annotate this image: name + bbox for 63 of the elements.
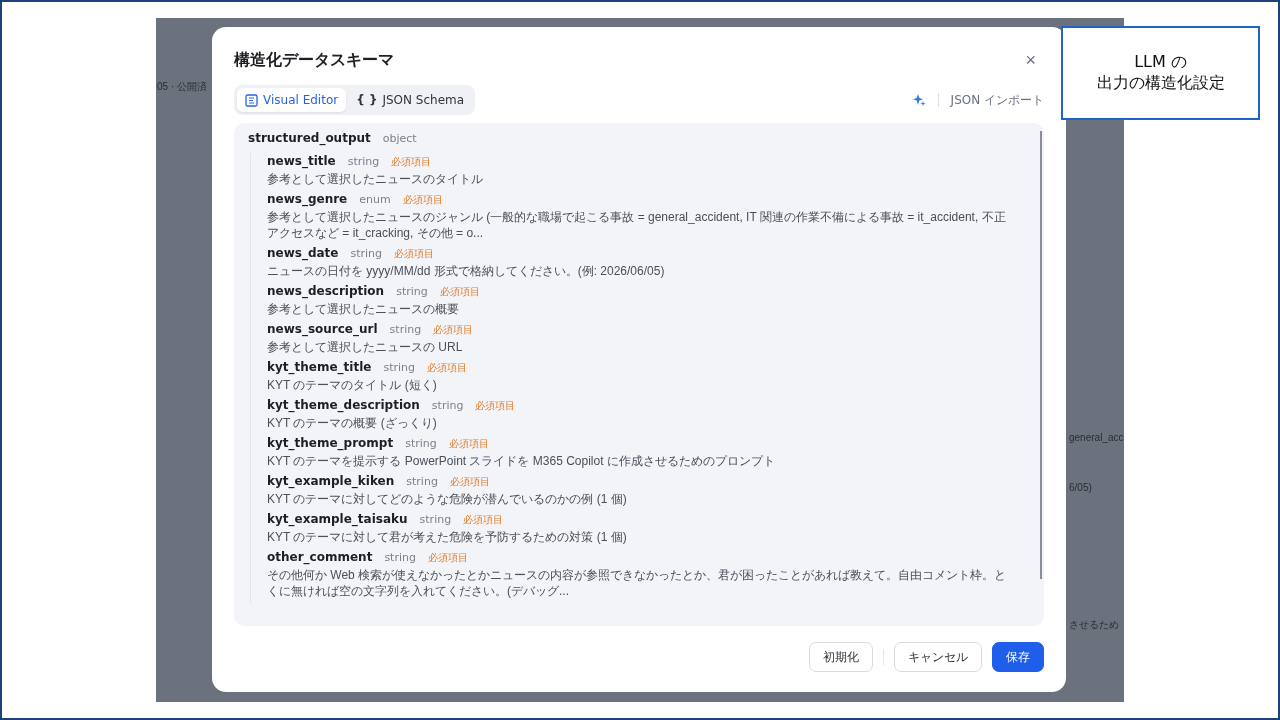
dialog-button[interactable]: 初期化: [809, 642, 873, 672]
required-label: 必須項目: [427, 551, 468, 565]
required-label: 必須項目: [391, 155, 432, 169]
property-name: structured_output: [248, 131, 371, 145]
required-label: 必須項目: [402, 193, 443, 207]
background-text: 6/05): [1069, 482, 1092, 493]
callout-text: 出力の構造化設定: [1096, 73, 1225, 94]
save-button[interactable]: 保存: [992, 642, 1044, 672]
property-description: KYT のテーマのタイトル (短く): [267, 377, 438, 393]
property-name: other_comment: [267, 549, 373, 565]
property-description: 参考として選択したニュースの URL: [267, 339, 464, 355]
property-type: object: [382, 132, 417, 145]
property-description: 参考として選択したニュースのタイトル: [267, 171, 484, 187]
required-label: 必須項目: [463, 513, 504, 527]
editor-icon: [245, 93, 258, 107]
property-description: 参考として選択したニュースの概要: [267, 301, 460, 317]
close-button[interactable]: ×: [1017, 49, 1044, 71]
property-name: news_date: [267, 245, 339, 261]
import-button[interactable]: JSON インポート: [950, 91, 1044, 109]
property-type: string: [383, 360, 415, 376]
required-label: 必須項目: [394, 247, 435, 261]
required-label: 必須項目: [449, 475, 490, 489]
property-type: string: [389, 322, 422, 338]
property-type: string: [384, 550, 416, 566]
property-name: news_source_url: [267, 321, 378, 337]
required-label: 必須項目: [439, 285, 480, 299]
property-description: KYT のテーマの概要 (ざっくり): [267, 415, 438, 431]
required-label: 必須項目: [475, 399, 516, 413]
property-description: KYT のテーマに対してどのような危険が潜んでいるのかの例 (1 個): [267, 491, 628, 507]
property-name: news_description: [267, 283, 385, 299]
property-type: string: [347, 154, 380, 170]
required-label: 必須項目: [448, 437, 489, 451]
property-description: KYT のテーマを提示する PowerPoint スライドを M365 Copilot に作成させるためのプロンプト: [267, 453, 776, 469]
callout-text: LLM の: [1134, 52, 1187, 73]
property-name: kyt_theme_prompt: [267, 435, 394, 451]
property-name: news_genre: [267, 191, 348, 207]
required-label: 必須項目: [427, 361, 467, 375]
property-name: kyt_theme_description: [267, 397, 420, 413]
background-text: general_acc: [1069, 432, 1124, 443]
required-label: 必須項目: [433, 323, 474, 337]
property-type: string: [396, 284, 428, 300]
property-name: news_title: [267, 153, 336, 169]
dialog-title: 構造化データスキーマ: [234, 49, 394, 71]
property-type: enum: [359, 192, 391, 208]
property-name: kyt_example_taisaku: [267, 511, 408, 527]
property-description: ニュースの日付を yyyy/MM/dd 形式で格納してください。(例: 2026/06/05): [267, 263, 666, 279]
background-text: 05 · 公開済: [157, 80, 207, 94]
property-type: string: [431, 398, 464, 414]
property-type: string: [350, 246, 383, 262]
property-name: kyt_example_kiken: [267, 473, 395, 489]
editor-tab[interactable]: { } JSON Schema: [348, 88, 473, 112]
scrollbar[interactable]: [1040, 131, 1042, 579]
property-type: string: [405, 436, 437, 452]
braces-icon: { }: [356, 93, 378, 107]
dialog-button[interactable]: キャンセル: [894, 642, 982, 672]
property-description: その他何か Web 検索が使えなかったとかニュースの内容が参照できなかったとか、君が困ったことがあれば教えて。自由コメント枠。とくに無ければ空の文字列を入れてください。(デバッグ...: [267, 567, 1008, 599]
sparkle-icon[interactable]: [911, 93, 926, 107]
editor-tab[interactable]: Visual Editor: [237, 88, 347, 112]
property-type: string: [406, 474, 438, 490]
property-name: kyt_theme_title: [267, 359, 372, 375]
property-description: KYT のテーマに対して君が考えた危険を予防するための対策 (1 個): [267, 529, 628, 545]
property-description: 参考として選択したニュースのジャンル (一般的な職場で起こる事故 = general_accident, IT 関連の作業不備による事故 = it_accident, 不正アクセスなど = it_cracking, その他 = o...: [267, 209, 1007, 241]
property-type: string: [419, 512, 452, 528]
